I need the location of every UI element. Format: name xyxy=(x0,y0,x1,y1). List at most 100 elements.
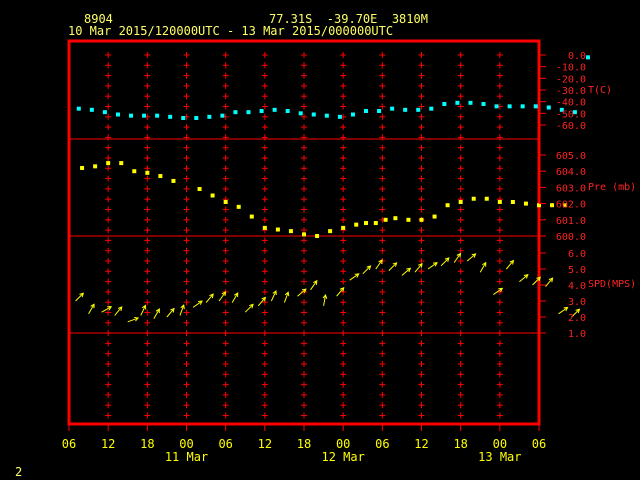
pressure-point xyxy=(275,227,280,232)
x-axis-date-label: 11 Mar xyxy=(165,450,208,464)
temperature-point xyxy=(546,105,551,110)
temperature-point xyxy=(259,109,264,113)
pressure-point xyxy=(210,193,215,198)
pressure-point xyxy=(364,221,369,226)
temperature-point xyxy=(337,114,342,119)
temperature-point xyxy=(403,107,408,112)
pressure-point xyxy=(145,170,150,175)
temperature-point xyxy=(220,113,225,118)
temperature-point xyxy=(155,113,160,118)
pressure-point xyxy=(158,174,163,179)
temperature-point xyxy=(429,106,434,111)
pressure-point xyxy=(484,196,489,201)
temperature-point xyxy=(194,116,199,120)
right-axis-tick-label: -50.0 xyxy=(556,109,586,120)
temperature-point xyxy=(390,106,395,111)
temperature-point xyxy=(285,109,290,113)
temperature-point xyxy=(350,112,355,117)
right-axis-tick-label: -30.0 xyxy=(556,86,586,97)
right-axis-tick-label: -20.0 xyxy=(556,74,586,85)
right-axis-tick-label: 603.0 xyxy=(556,183,586,194)
right-axis-tick-label: 600.0 xyxy=(556,232,586,243)
right-axis-tick-label: 604.0 xyxy=(556,167,586,178)
temperature-point xyxy=(115,112,120,117)
right-axis-tick-label: 4.0 xyxy=(568,281,586,292)
right-axis-tick-label: 3.0 xyxy=(568,297,586,308)
pressure-point xyxy=(236,204,241,209)
temperature-point xyxy=(311,112,316,117)
x-axis-tick-label: 00 xyxy=(336,437,350,451)
temperature-point xyxy=(416,107,421,112)
temperature-point xyxy=(442,102,447,106)
pressure-point xyxy=(510,199,515,204)
pressure-point xyxy=(328,229,333,234)
pressure-point xyxy=(393,216,398,221)
temperature-point xyxy=(507,104,512,109)
x-axis-tick-label: 12 xyxy=(258,437,272,451)
temperature-point xyxy=(481,102,486,106)
temperature-point xyxy=(233,110,238,115)
x-axis-tick-label: 00 xyxy=(179,437,193,451)
x-axis-tick-label: 06 xyxy=(375,437,389,451)
right-axis-tick-label: 5.0 xyxy=(568,265,586,276)
x-axis-tick-label: 12 xyxy=(414,437,428,451)
pressure-point xyxy=(302,232,306,237)
pressure-point xyxy=(471,196,476,201)
temperature-point xyxy=(181,116,186,120)
right-axis-tick-label: 602.0 xyxy=(556,200,586,211)
pressure-point xyxy=(119,161,124,166)
temperature-point xyxy=(533,104,538,109)
pressure-point xyxy=(550,203,555,208)
pressure-point xyxy=(354,222,359,227)
right-axis-tick-label: 605.0 xyxy=(556,151,586,162)
pressure-point xyxy=(288,229,293,234)
temperature-point xyxy=(129,113,134,118)
pressure-point xyxy=(223,199,228,204)
x-axis-tick-label: 18 xyxy=(140,437,154,451)
temperature-point xyxy=(272,107,277,112)
right-axis-tick-label: 2.0 xyxy=(568,313,586,324)
x-axis-tick-label: 18 xyxy=(453,437,467,451)
temperature-point xyxy=(324,113,329,118)
right-axis-unit-label: SPD(MPS) xyxy=(588,279,636,290)
temperature-point xyxy=(207,114,212,119)
right-axis-tick-label: 601.0 xyxy=(556,216,586,227)
pressure-point xyxy=(432,214,437,219)
temperature-point xyxy=(520,104,525,109)
x-axis-date-label: 13 Mar xyxy=(478,450,521,464)
page-number: 2 xyxy=(15,465,23,479)
temperature-point xyxy=(585,55,590,60)
pressure-point xyxy=(458,199,463,204)
temperature-point xyxy=(455,100,460,105)
x-axis-tick-label: 06 xyxy=(62,437,76,451)
pressure-point xyxy=(341,225,346,230)
temperature-point xyxy=(364,109,369,113)
pressure-point xyxy=(93,164,98,169)
temperature-point xyxy=(76,106,81,111)
x-axis-tick-label: 18 xyxy=(297,437,311,451)
pressure-point xyxy=(197,187,202,192)
x-axis-tick-label: 12 xyxy=(101,437,115,451)
pressure-point xyxy=(445,203,450,208)
temperature-point xyxy=(246,110,251,115)
pressure-point xyxy=(373,221,378,226)
pressure-point xyxy=(171,178,176,183)
pressure-point xyxy=(523,201,528,206)
right-axis-tick-label: -40.0 xyxy=(556,98,586,109)
meteogram-chart: 0.0-10.0-20.0-30.0-40.0-50.0-60.0 T(C) 605… xyxy=(0,0,640,480)
pressure-point xyxy=(383,217,388,222)
pressure-point xyxy=(249,214,254,219)
x-axis-date-label: 12 Mar xyxy=(321,450,364,464)
temperature-point xyxy=(468,100,473,105)
x-axis-tick-label: 06 xyxy=(218,437,232,451)
right-axis-unit-label: T(C) xyxy=(588,85,612,96)
pressure-point xyxy=(132,169,137,174)
temperature-point xyxy=(168,114,173,119)
right-axis-tick-label: 0.0 xyxy=(568,51,586,62)
pressure-point xyxy=(406,217,411,222)
right-axis-tick-label: 6.0 xyxy=(568,249,586,260)
pressure-point xyxy=(419,217,424,222)
pressure-point xyxy=(262,225,267,230)
temperature-point xyxy=(494,104,499,109)
temperature-point xyxy=(89,107,94,112)
